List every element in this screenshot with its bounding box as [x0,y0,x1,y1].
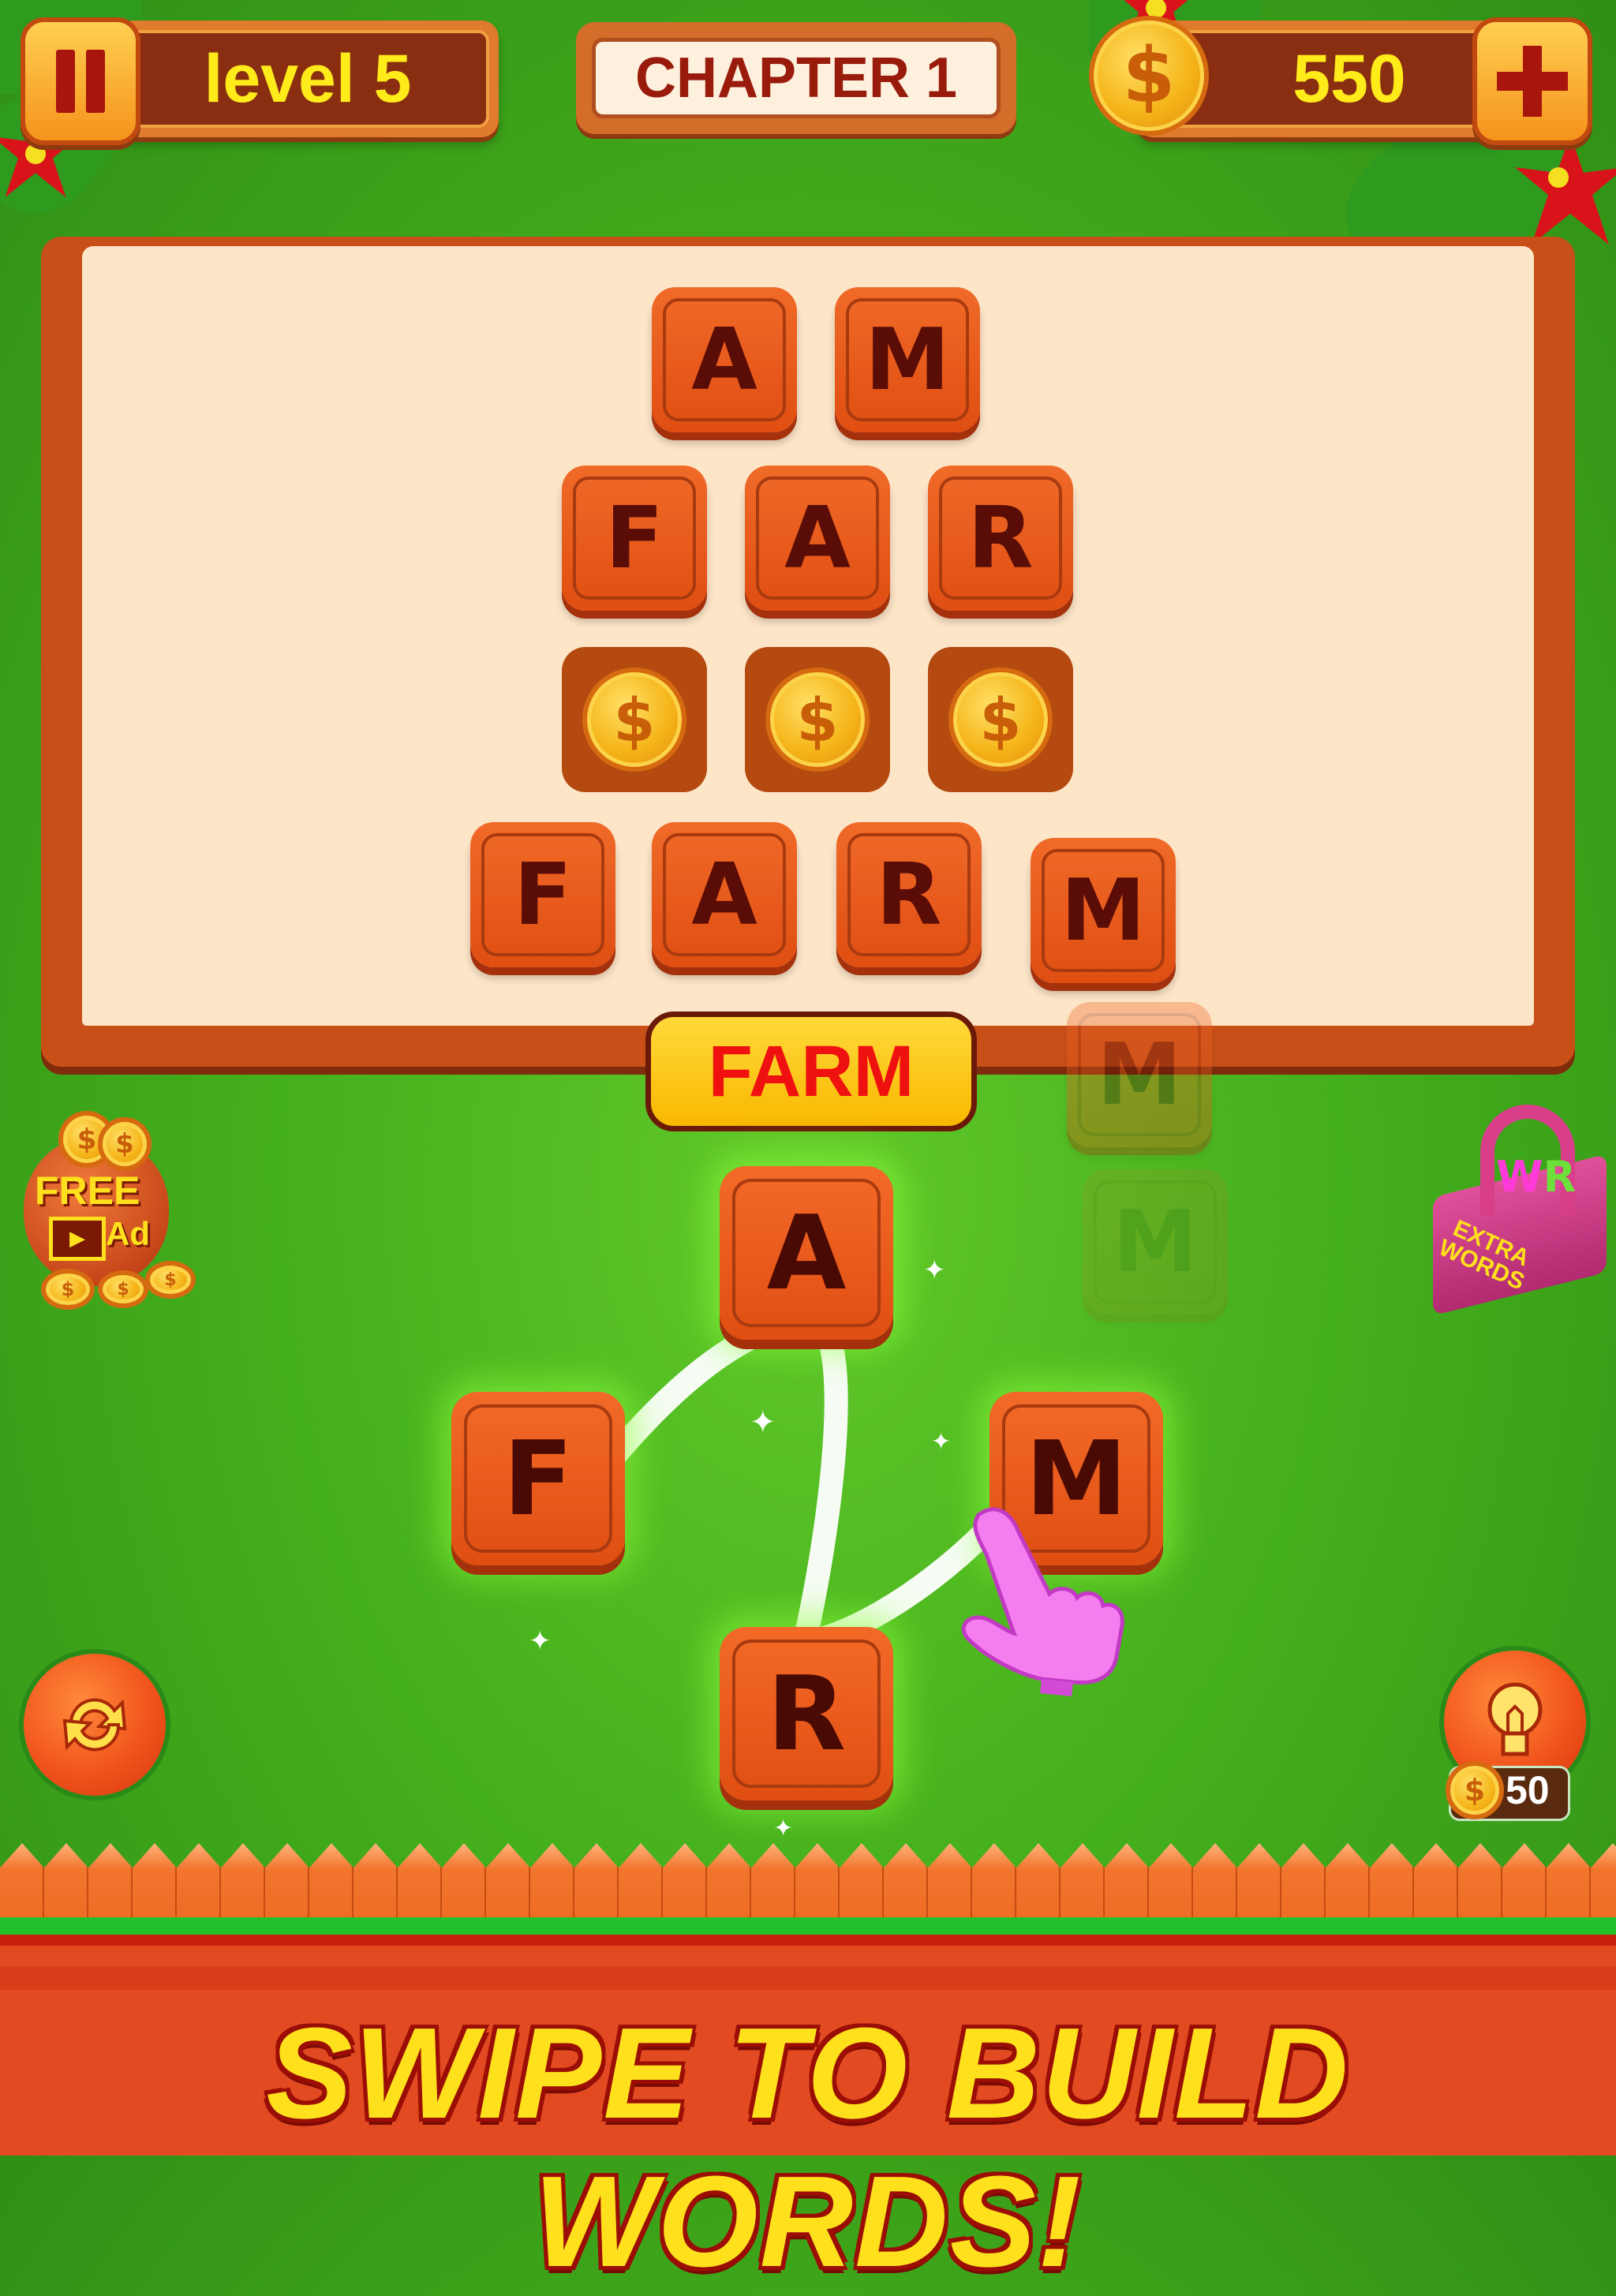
wheel-letter-tile[interactable]: R [720,1627,893,1801]
lightbulb-icon [1487,1682,1543,1756]
shuffle-icon [62,1698,127,1752]
coin-icon: $ [1446,1761,1504,1819]
banner-text: SWIPE TO BUILD WORDS! [266,2001,1350,2294]
sparkle: ✦ [750,1404,776,1441]
sparkle: ✦ [923,1255,946,1286]
pointing-hand-icon [961,1507,1124,1696]
wheel-letter-tile[interactable]: A [720,1166,893,1340]
wheel-letter-tile[interactable]: F [451,1392,625,1565]
promo-banner: SWIPE TO BUILD WORDS! [0,1935,1616,2294]
shuffle-button[interactable] [24,1654,166,1796]
sparkle: ✦ [773,1815,794,1842]
sparkle: ✦ [529,1625,552,1657]
swipe-trail [582,1307,998,1653]
sparkle: ✦ [931,1428,952,1456]
hint-cost-label: 50 [1506,1768,1550,1812]
